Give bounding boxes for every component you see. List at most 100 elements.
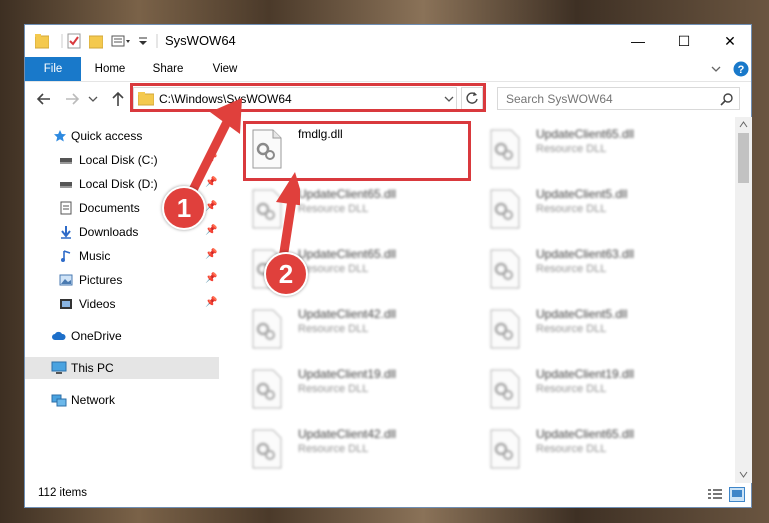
tab-share[interactable]: Share	[143, 57, 193, 81]
file-type: Resource DLL	[536, 383, 607, 395]
separator-icon	[156, 34, 158, 48]
documents-icon	[60, 201, 72, 215]
expand-ribbon-icon[interactable]	[711, 64, 721, 74]
help-icon[interactable]: ?	[733, 61, 749, 77]
customize-quick-access-icon[interactable]	[111, 33, 133, 49]
sidebar-item-videos[interactable]: Videos 📌	[25, 293, 219, 315]
sidebar-item-label: This PC	[71, 361, 114, 375]
sidebar-item-label: Videos	[79, 297, 116, 311]
sidebar-item-label: OneDrive	[71, 329, 122, 343]
folder-icon	[35, 34, 49, 49]
dll-file-icon	[490, 129, 520, 169]
dropdown-arrow-icon[interactable]	[137, 33, 149, 49]
file-name: UpdateClient5.dll	[536, 307, 628, 321]
file-item[interactable]: UpdateClient65.dll Resource DLL	[485, 125, 715, 171]
network-icon	[51, 394, 67, 407]
search-icon	[720, 93, 733, 106]
sidebar-item-label: Downloads	[79, 225, 139, 239]
sidebar-item-label: Local Disk (C:)	[79, 153, 158, 167]
dll-file-icon	[490, 189, 520, 229]
dll-file-icon	[252, 309, 282, 349]
file-type: Resource DLL	[536, 443, 607, 455]
star-icon	[54, 130, 66, 142]
separator-icon	[61, 34, 63, 48]
sidebar-item-label: Network	[71, 393, 116, 407]
file-type: Resource DLL	[298, 443, 369, 455]
scroll-down-icon[interactable]	[739, 471, 748, 478]
file-item[interactable]: UpdateClient5.dll Resource DLL	[485, 305, 715, 351]
file-name: UpdateClient42.dll	[298, 307, 397, 321]
maximize-button[interactable]: ☐	[661, 25, 707, 57]
status-bar: 112 items	[25, 483, 751, 507]
dll-file-icon	[252, 369, 282, 409]
sidebar-item-label: Local Disk (D:)	[79, 177, 158, 191]
file-name: UpdateClient65.dll	[298, 247, 397, 261]
file-name: UpdateClient65.dll	[298, 187, 397, 201]
minimize-button[interactable]: —	[615, 25, 661, 57]
file-type: Resource DLL	[536, 263, 607, 275]
svg-text:?: ?	[738, 64, 745, 76]
sidebar-item-label: Music	[79, 249, 111, 263]
drive-icon	[60, 158, 72, 164]
file-item[interactable]: UpdateClient5.dll Resource DLL	[485, 185, 715, 231]
recent-locations-icon[interactable]	[87, 90, 99, 108]
file-item[interactable]: UpdateClient42.dll Resource DLL	[247, 305, 477, 351]
file-name: UpdateClient63.dll	[536, 247, 635, 261]
title-bar: SysWOW64 — ☐ ✕	[25, 25, 751, 57]
search-input[interactable]	[504, 90, 708, 108]
file-type: Resource DLL	[298, 263, 369, 275]
file-item[interactable]: UpdateClient19.dll Resource DLL	[485, 365, 715, 411]
close-button[interactable]: ✕	[707, 25, 753, 57]
file-type: Resource DLL	[298, 203, 369, 215]
details-view-icon[interactable]	[707, 488, 723, 501]
large-icons-view-icon[interactable]	[729, 487, 745, 502]
file-item[interactable]: UpdateClient63.dll Resource DLL	[485, 245, 715, 291]
window-title: SysWOW64	[165, 33, 236, 48]
file-type: Resource DLL	[298, 323, 369, 335]
videos-icon	[60, 299, 72, 309]
scrollbar-thumb[interactable]	[738, 133, 749, 183]
download-icon	[61, 226, 71, 239]
vertical-scrollbar[interactable]	[735, 117, 752, 483]
sidebar-item-this-pc[interactable]: This PC	[25, 357, 219, 379]
file-name: UpdateClient65.dll	[536, 427, 635, 441]
tab-home[interactable]: Home	[85, 57, 135, 81]
music-icon	[61, 250, 71, 262]
file-type: Resource DLL	[536, 323, 607, 335]
file-item[interactable]: UpdateClient65.dll Resource DLL	[485, 425, 715, 471]
file-name: UpdateClient19.dll	[298, 367, 397, 381]
search-box[interactable]	[497, 87, 740, 110]
step-1-badge: 1	[162, 186, 206, 230]
file-type: Resource DLL	[536, 143, 607, 155]
sidebar-item-label: Pictures	[79, 273, 123, 287]
item-count: 112 items	[38, 487, 88, 499]
dll-file-icon	[490, 369, 520, 409]
up-arrow-icon[interactable]	[109, 90, 127, 108]
file-name: UpdateClient65.dll	[536, 127, 635, 141]
tab-view[interactable]: View	[200, 57, 250, 81]
cloud-icon	[52, 331, 66, 340]
file-name: UpdateClient19.dll	[536, 367, 635, 381]
sidebar-item-network[interactable]: Network	[25, 389, 219, 411]
dll-file-icon	[490, 249, 520, 289]
file-item[interactable]: UpdateClient19.dll Resource DLL	[247, 365, 477, 411]
dll-file-icon	[252, 429, 282, 469]
new-folder-icon[interactable]	[89, 33, 103, 49]
ribbon-tabs: File Home Share View ?	[25, 57, 751, 82]
scroll-up-icon[interactable]	[739, 121, 748, 128]
file-name: UpdateClient42.dll	[298, 427, 397, 441]
tab-file[interactable]: File	[25, 57, 81, 81]
computer-icon	[51, 361, 67, 374]
sidebar-item-onedrive[interactable]: OneDrive	[25, 325, 219, 347]
file-item[interactable]: UpdateClient42.dll Resource DLL	[247, 425, 477, 471]
sidebar-item-label: Documents	[79, 201, 140, 215]
file-type: Resource DLL	[536, 203, 607, 215]
properties-icon[interactable]	[67, 33, 81, 49]
step-2-badge: 2	[264, 252, 308, 296]
forward-arrow-icon[interactable]	[63, 90, 81, 108]
dll-file-icon	[490, 309, 520, 349]
sidebar-item-label: Quick access	[71, 129, 143, 143]
back-arrow-icon[interactable]	[35, 90, 53, 108]
dll-file-icon	[490, 429, 520, 469]
pin-icon[interactable]: 📌	[205, 298, 217, 308]
